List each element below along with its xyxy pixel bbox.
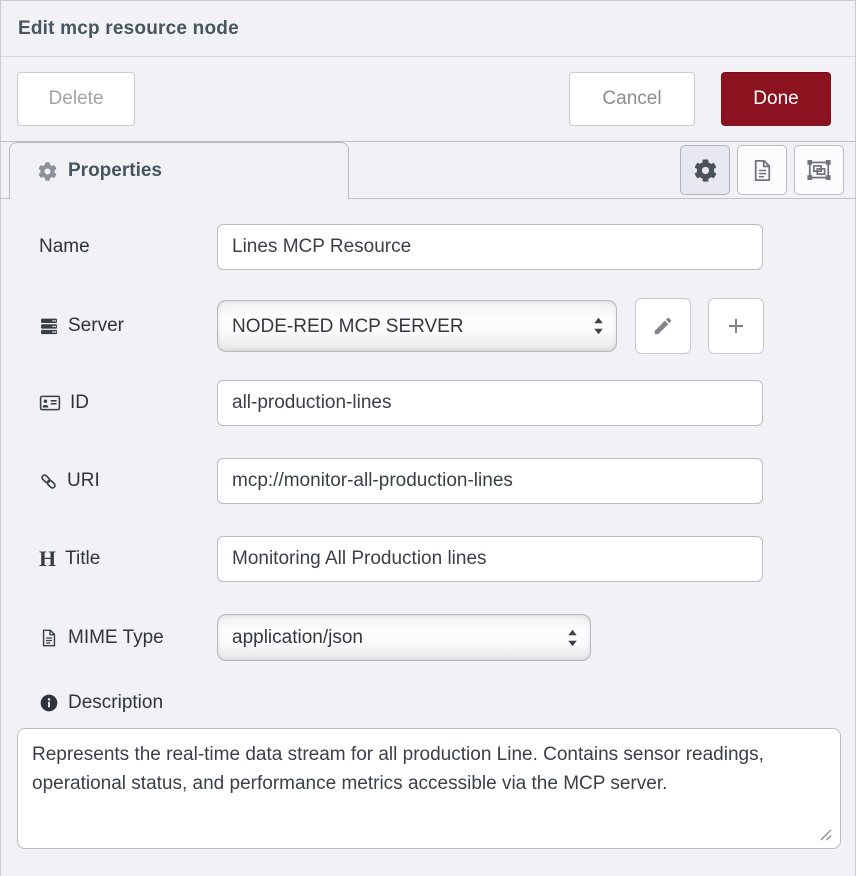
link-icon	[39, 472, 58, 491]
name-input[interactable]	[217, 224, 763, 270]
tab-bar: Properties	[1, 142, 855, 199]
pencil-icon	[652, 315, 674, 337]
tab-button-appearance[interactable]	[794, 145, 844, 195]
description-textarea[interactable]: Represents the real-time data stream for…	[17, 728, 841, 849]
name-label: Name	[17, 236, 217, 258]
description-field-wrap: Represents the real-time data stream for…	[17, 728, 839, 849]
mime-select-wrap: application/json	[217, 614, 591, 661]
tab-button-description[interactable]	[737, 145, 787, 195]
gear-icon	[694, 159, 717, 182]
server-select-wrap: NODE-RED MCP SERVER	[217, 300, 617, 352]
tab-properties[interactable]: Properties	[9, 142, 349, 199]
mime-type-label: MIME Type	[17, 627, 217, 649]
dialog-toolbar: Delete Cancel Done	[1, 57, 855, 142]
file-text-icon	[39, 628, 59, 648]
id-label: ID	[17, 392, 217, 414]
id-card-icon	[39, 392, 61, 414]
add-server-button[interactable]	[708, 298, 764, 354]
server-label: Server	[17, 315, 217, 337]
uri-input[interactable]	[217, 458, 763, 504]
id-input[interactable]	[217, 380, 763, 426]
info-circle-icon	[39, 693, 59, 713]
description-label: Description	[17, 692, 839, 714]
mime-type-row: MIME Type application/json	[17, 614, 839, 661]
header-h-icon: H	[39, 548, 56, 570]
uri-row: URI	[17, 458, 839, 504]
server-icon	[39, 316, 59, 336]
gear-icon	[38, 162, 57, 181]
tab-properties-label: Properties	[68, 160, 162, 182]
mime-type-select[interactable]: application/json	[217, 614, 591, 661]
id-row: ID	[17, 380, 839, 426]
name-row: Name	[17, 224, 839, 270]
object-group-icon	[806, 157, 832, 183]
title-label: H Title	[17, 548, 217, 570]
server-select[interactable]: NODE-RED MCP SERVER	[217, 300, 617, 352]
resize-grip-icon[interactable]	[818, 827, 833, 842]
uri-label: URI	[17, 470, 217, 492]
delete-button[interactable]: Delete	[17, 72, 135, 126]
tab-button-properties[interactable]	[680, 145, 730, 195]
dialog-header: Edit mcp resource node	[1, 1, 855, 57]
file-text-icon	[750, 158, 775, 183]
title-row: H Title	[17, 536, 839, 582]
plus-icon	[724, 314, 748, 338]
edit-server-button[interactable]	[635, 298, 691, 354]
title-input[interactable]	[217, 536, 763, 582]
server-row: Server NODE-RED MCP SERVER	[17, 298, 839, 354]
done-button[interactable]: Done	[721, 72, 831, 126]
dialog-title: Edit mcp resource node	[18, 18, 239, 40]
cancel-button[interactable]: Cancel	[569, 72, 695, 126]
properties-form: Name Server NODE-RED MCP SERVER	[1, 199, 855, 849]
edit-node-dialog: Edit mcp resource node Delete Cancel Don…	[0, 0, 856, 876]
